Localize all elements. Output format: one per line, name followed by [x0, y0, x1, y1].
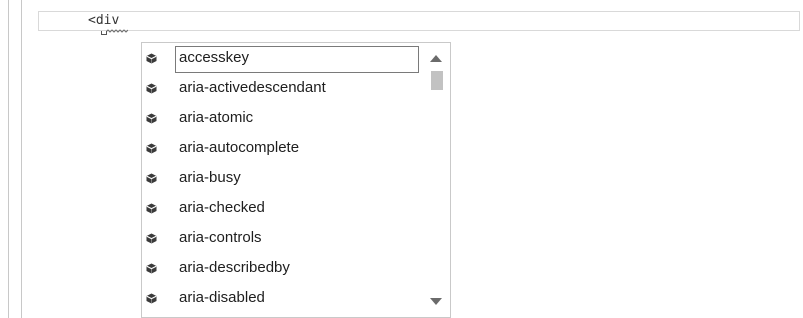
scroll-up-arrow-icon[interactable] — [430, 55, 442, 62]
completion-item-label: aria-busy — [179, 169, 241, 186]
completion-item[interactable]: aria-autocomplete — [142, 133, 425, 163]
error-squiggle — [106, 29, 128, 33]
completion-item[interactable]: aria-atomic — [142, 103, 425, 133]
completion-item-label: aria-disabled — [179, 289, 265, 306]
completion-item-label: aria-activedescendant — [179, 79, 326, 96]
attribute-cube-icon — [146, 53, 157, 64]
completion-item[interactable]: aria-activedescendant — [142, 73, 425, 103]
attribute-cube-icon — [146, 143, 157, 154]
attribute-cube-icon — [146, 293, 157, 304]
attribute-cube-icon — [146, 83, 157, 94]
completion-item-label: accesskey — [179, 49, 250, 66]
completion-item[interactable]: aria-controls — [142, 223, 425, 253]
attribute-cube-icon — [146, 263, 157, 274]
scroll-down-arrow-icon[interactable] — [430, 298, 442, 305]
completion-item[interactable]: accesskey — [142, 43, 425, 73]
completion-item-label: aria-atomic — [179, 109, 254, 126]
attribute-cube-icon — [146, 233, 157, 244]
gutter-border — [8, 0, 9, 318]
completion-popup[interactable]: accesskey aria-activedescendant aria-atomi… — [141, 42, 451, 318]
completion-item[interactable]: aria-disabled — [142, 283, 425, 313]
completion-item-label: aria-controls — [179, 229, 262, 246]
attribute-cube-icon — [146, 173, 157, 184]
text-caret-marker — [101, 31, 107, 35]
attribute-cube-icon — [146, 113, 157, 124]
completion-item[interactable]: aria-busy — [142, 163, 425, 193]
code-line-text[interactable]: <div — [88, 12, 119, 30]
completion-item-label: aria-autocomplete — [179, 139, 300, 156]
completion-item[interactable]: aria-describedby — [142, 253, 425, 283]
current-line-highlight — [38, 11, 800, 31]
scrollbar-thumb[interactable] — [431, 71, 443, 90]
completion-item[interactable]: aria-checked — [142, 193, 425, 223]
code-editor[interactable]: <div accesskey aria-activedescendant aria-… — [0, 0, 803, 318]
completion-item-label: aria-describedby — [179, 259, 290, 276]
gutter-border-inner — [21, 0, 22, 318]
completion-scrollbar[interactable] — [426, 43, 450, 317]
completion-item-label: aria-checked — [179, 199, 265, 216]
attribute-cube-icon — [146, 203, 157, 214]
